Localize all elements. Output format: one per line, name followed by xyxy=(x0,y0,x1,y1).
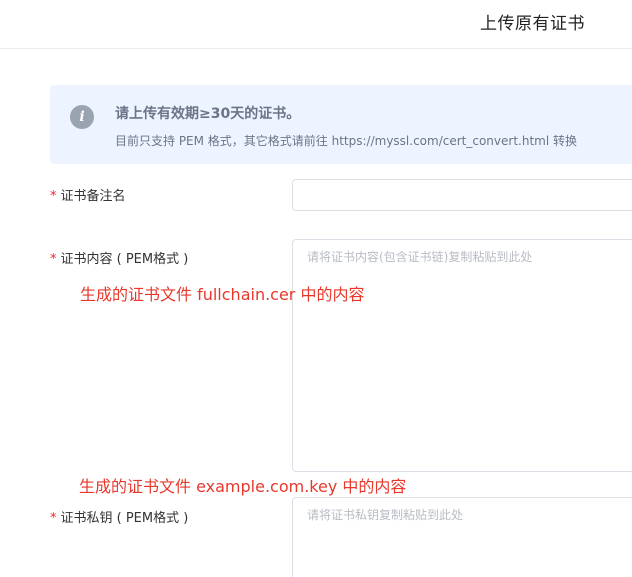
cert-content-annotation: 生成的证书文件 fullchain.cer 中的内容 xyxy=(80,285,365,304)
cert-name-label: * 证书备注名 xyxy=(50,185,126,204)
cert-key-label-text: 证书私钥 ( PEM格式 ) xyxy=(60,511,189,526)
page-header: 上传原有证书 xyxy=(0,0,632,49)
cert-key-textarea[interactable] xyxy=(292,497,632,577)
required-mark: * xyxy=(50,189,57,204)
info-icon: i xyxy=(70,105,94,129)
cert-key-annotation: 生成的证书文件 example.com.key 中的内容 xyxy=(79,477,407,496)
required-mark: * xyxy=(50,511,57,526)
notice-title: 请上传有效期≥30天的证书。 xyxy=(115,106,301,122)
cert-content-textarea[interactable] xyxy=(292,239,632,472)
notice-subtitle: 目前只支持 PEM 格式，其它格式请前往 https://myssl.com/c… xyxy=(115,134,577,148)
cert-name-input[interactable] xyxy=(292,179,632,211)
cert-content-label-text: 证书内容 ( PEM格式 ) xyxy=(60,252,189,267)
upload-cert-page: 上传原有证书 i 请上传有效期≥30天的证书。 目前只支持 PEM 格式，其它格… xyxy=(0,0,632,577)
cert-content-label: * 证书内容 ( PEM格式 ) xyxy=(50,248,188,267)
required-mark: * xyxy=(50,252,57,267)
cert-key-label: * 证书私钥 ( PEM格式 ) xyxy=(50,507,188,526)
page-title: 上传原有证书 xyxy=(480,14,585,34)
info-notice: i 请上传有效期≥30天的证书。 目前只支持 PEM 格式，其它格式请前往 ht… xyxy=(50,85,632,164)
cert-name-label-text: 证书备注名 xyxy=(60,189,126,204)
